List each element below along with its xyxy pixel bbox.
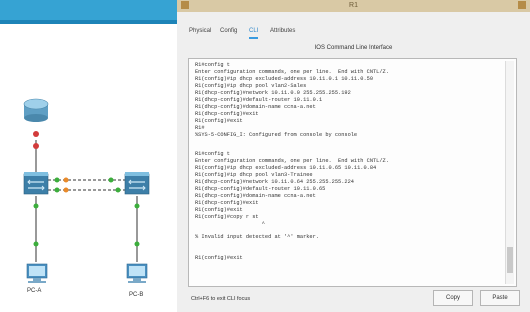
console-line: R1(config)#ip dhcp pool vlan3-Trainee xyxy=(195,172,313,178)
console-line: % Invalid input detected at '^' marker. xyxy=(195,234,319,240)
link-status-green-1 xyxy=(33,203,39,209)
console-line: R1(dhcp-config)#network 10.11.0.64 255.2… xyxy=(195,179,354,185)
pc-icon-right xyxy=(126,263,148,283)
console-line: R1(dhcp-config)#exit xyxy=(195,111,259,117)
console-line: R1(config)#ip dhcp excluded-address 10.1… xyxy=(195,165,377,171)
scrollbar-thumb[interactable] xyxy=(507,247,513,273)
console-line: ^ xyxy=(195,221,265,227)
console-line: Enter configuration commands, one per li… xyxy=(195,69,389,75)
topology-diagram xyxy=(23,98,150,283)
tab-physical[interactable]: Physical xyxy=(189,28,211,34)
tab-config[interactable]: Config xyxy=(220,28,237,34)
console-line: R1(config)#exit xyxy=(195,255,243,261)
console-line: %SYS-5-CONFIG_I: Configured from console… xyxy=(195,132,358,138)
topology-canvas[interactable]: PC-A PC-B xyxy=(0,0,177,312)
link-status-red-1 xyxy=(33,131,39,137)
copy-button[interactable]: Copy xyxy=(433,290,473,306)
window-titlebar[interactable]: R1 xyxy=(177,0,530,12)
tab-attributes[interactable]: Attributes xyxy=(270,28,295,34)
panel-title: IOS Command Line Interface xyxy=(314,45,393,51)
trunk-status-3 xyxy=(108,177,114,183)
window-close-icon[interactable] xyxy=(518,1,526,9)
console-line: R1(dhcp-config)#default-router 10.11.0.1 xyxy=(195,97,323,103)
link-status-green-3 xyxy=(134,203,140,209)
trunk-status-4 xyxy=(54,187,60,193)
console-line: R1# xyxy=(195,125,205,131)
switch-icon-right xyxy=(124,172,150,195)
console-line: R1(dhcp-config)#domain-name ccna-a.net xyxy=(195,104,316,110)
console-line: R1(config)#ip dhcp pool vlan2-Sales xyxy=(195,83,307,89)
link-status-red-2 xyxy=(33,143,39,149)
trunk-status-5 xyxy=(63,187,69,193)
switch-icon-left xyxy=(23,172,49,195)
console-line: Enter configuration commands, one per li… xyxy=(195,158,389,164)
console-line: R1(config)#exit xyxy=(195,207,243,213)
paste-button[interactable]: Paste xyxy=(480,290,520,306)
console-line: R1(config)#copy r st xyxy=(195,214,259,220)
window-menu-icon[interactable] xyxy=(181,1,189,9)
console-scrollbar[interactable] xyxy=(505,61,514,284)
tab-cli[interactable]: CLI xyxy=(249,28,259,39)
trunk-status-2 xyxy=(63,177,69,183)
pc-icon-left xyxy=(26,263,48,283)
console-line: R1(config)#ip dhcp excluded-address 10.1… xyxy=(195,76,374,82)
console-line: R1(config)#exit xyxy=(195,118,243,124)
pc-a-label: PC-A xyxy=(27,288,42,294)
console-line: R1(dhcp-config)#network 10.11.0.0 255.25… xyxy=(195,90,351,96)
window-title: R1 xyxy=(349,2,358,9)
device-window: R1 Physical Config CLI Attributes IOS Co… xyxy=(177,0,530,312)
console-line: R1(dhcp-config)#domain-name ccna-a.net xyxy=(195,193,316,199)
pc-b-label: PC-B xyxy=(129,292,144,298)
trunk-status-1 xyxy=(54,177,60,183)
console-line: R1(dhcp-config)#exit xyxy=(195,200,259,206)
router-icon xyxy=(23,98,49,122)
cli-console[interactable]: R1#config t Enter configuration commands… xyxy=(188,58,517,287)
link-status-green-2 xyxy=(33,241,39,247)
console-line: R1#config t xyxy=(195,151,230,157)
console-line: R1#config t xyxy=(195,62,230,68)
link-status-green-4 xyxy=(134,241,140,247)
console-line: R1(dhcp-config)#default-router 10.11.0.6… xyxy=(195,186,326,192)
focus-hint: Ctrl+F6 to exit CLI focus xyxy=(191,296,251,302)
trunk-status-6 xyxy=(115,187,121,193)
